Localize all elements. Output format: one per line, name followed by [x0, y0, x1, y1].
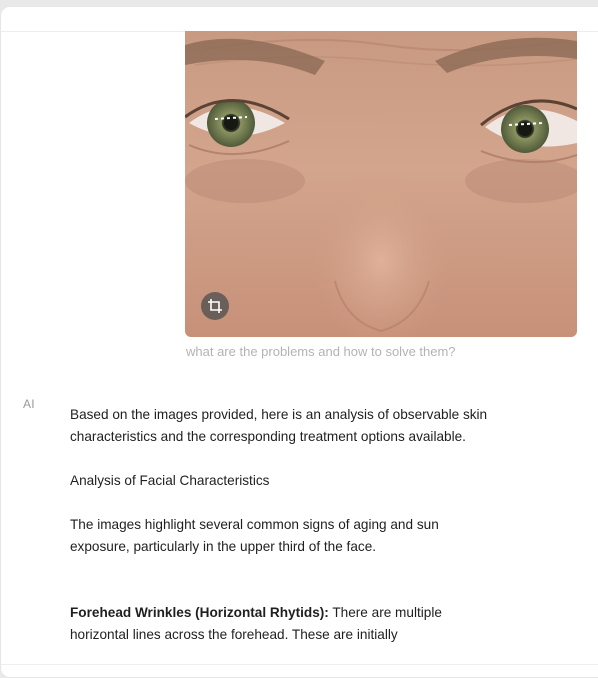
answer-paragraph: Based on the images provided, here is an… — [70, 407, 488, 444]
assistant-message: Based on the images provided, here is an… — [70, 404, 490, 646]
answer-item-title: Forehead Wrinkles (Horizontal Rhytids): — [70, 605, 329, 620]
user-message-text: what are the problems and how to solve t… — [186, 344, 456, 359]
answer-list-item: Forehead Wrinkles (Horizontal Rhytids): … — [70, 602, 490, 646]
face-photo — [185, 31, 577, 337]
answer-paragraph: The images highlight several common sign… — [70, 517, 439, 554]
chat-header — [1, 7, 598, 32]
scroll-fade — [1, 664, 598, 677]
crop-icon — [208, 299, 222, 313]
user-uploaded-image[interactable] — [185, 31, 577, 337]
answer-heading: Analysis of Facial Characteristics — [70, 473, 270, 488]
chat-panel: what are the problems and how to solve t… — [0, 6, 598, 678]
crop-button[interactable] — [201, 292, 229, 320]
assistant-label: AI — [23, 397, 35, 411]
